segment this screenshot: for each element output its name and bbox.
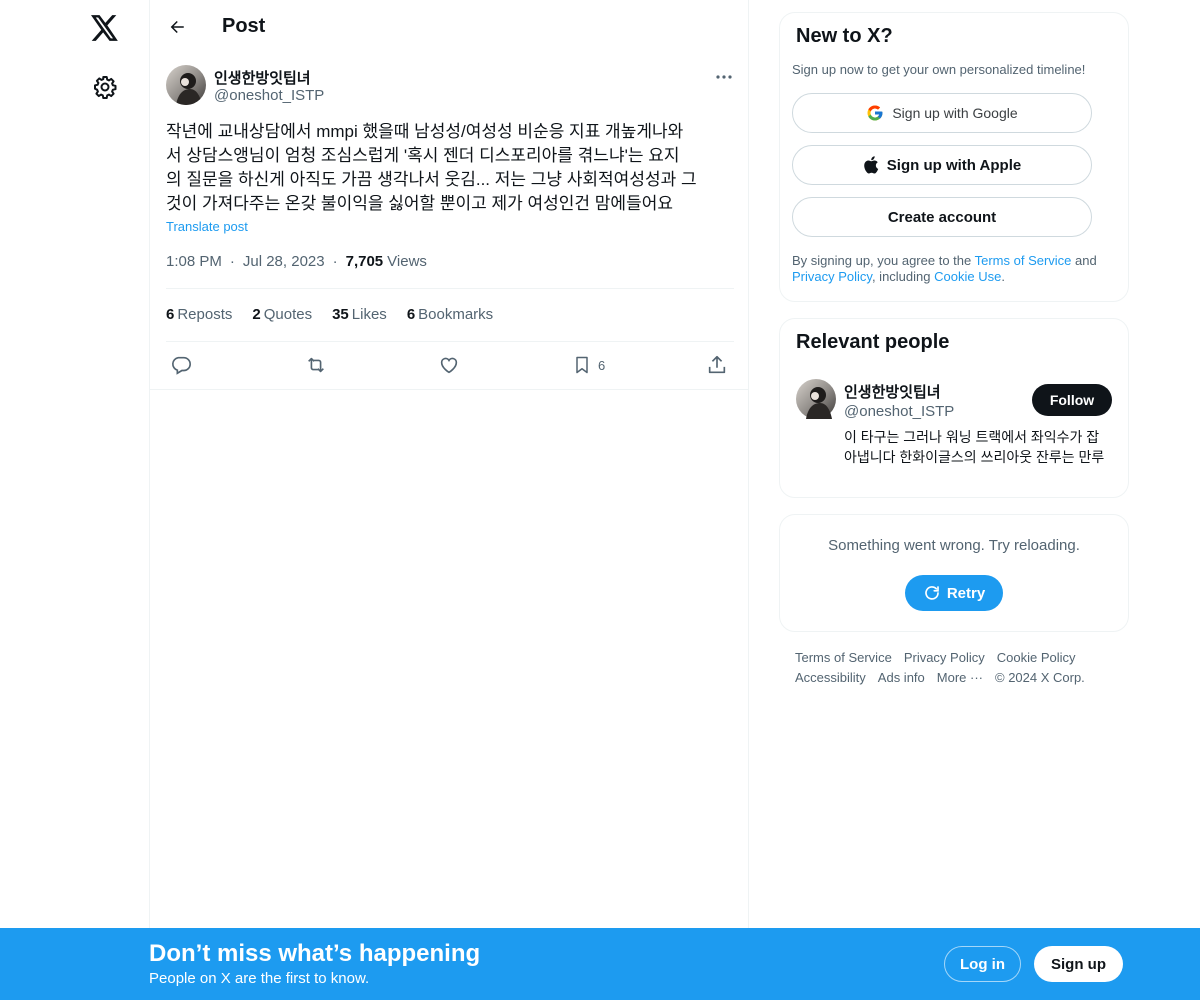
divider xyxy=(150,389,748,390)
error-card: Something went wrong. Try reloading. Ret… xyxy=(779,514,1129,632)
footer-privacy-link[interactable]: Privacy Policy xyxy=(904,648,985,668)
signup-legal-text: By signing up, you agree to the Terms of… xyxy=(792,253,1122,285)
signup-card-title: New to X? xyxy=(796,25,893,47)
x-logo-icon[interactable] xyxy=(89,12,121,44)
reposts-label: Reposts xyxy=(177,306,233,323)
translate-post-link[interactable]: Translate post xyxy=(166,219,248,234)
post-actions: 6 xyxy=(166,352,734,378)
post-date[interactable]: Jul 28, 2023 xyxy=(243,253,325,270)
google-icon xyxy=(866,104,884,122)
reply-icon[interactable] xyxy=(170,352,192,378)
post-author: 인생한방잇팁녀 @oneshot_ISTP xyxy=(166,65,736,107)
privacy-link[interactable]: Privacy Policy xyxy=(792,269,872,284)
likes-label: Likes xyxy=(351,306,387,323)
signup-button[interactable]: Sign up xyxy=(1034,946,1123,982)
cookie-use-link[interactable]: Cookie Use xyxy=(934,269,1001,284)
relevant-person-handle[interactable]: @oneshot_ISTP xyxy=(844,403,954,420)
footer-ads-link[interactable]: Ads info xyxy=(878,668,925,688)
post-stats: 6 Reposts 2 Quotes 35 Likes 6 Bookmarks xyxy=(166,306,513,323)
more-options-icon[interactable] xyxy=(714,67,734,87)
gear-icon[interactable] xyxy=(90,72,120,102)
arrow-left-icon[interactable] xyxy=(166,16,188,38)
legal-end: . xyxy=(1001,269,1005,284)
left-navigation xyxy=(0,0,150,1000)
reposts-stat[interactable]: 6 Reposts xyxy=(166,306,232,323)
post-header: Post xyxy=(150,0,748,53)
follow-button[interactable]: Follow xyxy=(1032,384,1112,416)
bookmarks-stat[interactable]: 6 Bookmarks xyxy=(407,306,493,323)
page-title: Post xyxy=(222,15,266,37)
create-account-button[interactable]: Create account xyxy=(792,197,1092,237)
relevant-person-name[interactable]: 인생한방잇팁녀 xyxy=(844,381,941,402)
relevant-people-title: Relevant people xyxy=(796,331,950,353)
retry-label: Retry xyxy=(946,584,986,602)
refresh-icon xyxy=(925,586,939,600)
error-message: Something went wrong. Try reloading. xyxy=(828,537,1080,554)
likes-count: 35 xyxy=(332,306,349,323)
footer-terms-link[interactable]: Terms of Service xyxy=(795,648,892,668)
author-name[interactable]: 인생한방잇팁녀 xyxy=(214,67,311,88)
main-column: Post 인생한방잇팁녀 @oneshot_ISTP 작년에 교내상담에서 mm… xyxy=(149,0,749,1000)
separator-dot: · xyxy=(332,253,338,270)
views-label: Views xyxy=(387,253,427,270)
separator-dot: · xyxy=(229,253,235,270)
repost-icon[interactable] xyxy=(304,352,328,378)
legal-prefix: By signing up, you agree to the xyxy=(792,253,975,268)
login-button[interactable]: Log in xyxy=(944,946,1021,982)
signup-card-subtitle: Sign up now to get your own personalized… xyxy=(792,62,1086,77)
avatar[interactable] xyxy=(796,379,836,419)
relevant-person-bio: 이 타구는 그러나 워닝 트랙에서 좌익수가 잡아냅니다 한화이글스의 쓰리아웃… xyxy=(844,429,1105,465)
bottom-bar-title: Don’t miss what’s happening xyxy=(149,940,481,967)
footer-accessibility-link[interactable]: Accessibility xyxy=(795,668,866,688)
post-time[interactable]: 1:08 PM xyxy=(166,253,222,270)
author-handle[interactable]: @oneshot_ISTP xyxy=(214,87,324,104)
views-count: 7,705 xyxy=(345,253,384,270)
signup-google-button[interactable]: Sign up with Google xyxy=(792,93,1092,133)
share-icon[interactable] xyxy=(706,352,728,378)
bookmark-count: 6 xyxy=(598,357,606,373)
retry-button[interactable]: Retry xyxy=(905,575,1003,611)
bookmark-button[interactable]: 6 xyxy=(572,352,605,378)
legal-including: , including xyxy=(871,269,935,284)
post-text: 작년에 교내상담에서 mmpi 했을때 남성성/여성성 비순응 지표 개높게나와… xyxy=(166,122,697,213)
signup-card: New to X? Sign up now to get your own pe… xyxy=(779,12,1129,302)
signup-apple-label: Sign up with Apple xyxy=(886,156,1022,174)
avatar[interactable] xyxy=(166,65,206,105)
apple-icon xyxy=(863,156,879,174)
footer-copyright: © 2024 X Corp. xyxy=(995,670,1085,685)
signup-google-label: Sign up with Google xyxy=(892,105,1018,121)
heart-icon[interactable] xyxy=(438,352,460,378)
divider xyxy=(166,288,734,289)
reposts-count: 6 xyxy=(166,306,175,323)
quotes-count: 2 xyxy=(252,306,261,323)
footer-cookie-link[interactable]: Cookie Policy xyxy=(997,648,1076,668)
relevant-people-card: Relevant people 인생한방잇팁녀 @oneshot_ISTP Fo… xyxy=(779,318,1129,498)
footer-links: Terms of Service Privacy Policy Cookie Pol… xyxy=(795,648,1125,688)
bookmarks-count: 6 xyxy=(406,306,416,323)
legal-and: and xyxy=(1071,253,1097,268)
bookmarks-label: Bookmarks xyxy=(418,306,494,323)
bottom-signup-bar: Don’t miss what’s happening People on X … xyxy=(0,928,1200,1000)
quotes-label: Quotes xyxy=(263,306,313,323)
signup-apple-button[interactable]: Sign up with Apple xyxy=(792,145,1092,185)
likes-stat[interactable]: 35 Likes xyxy=(332,306,387,323)
quotes-stat[interactable]: 2 Quotes xyxy=(252,306,312,323)
footer-more-link[interactable]: More ··· xyxy=(937,668,983,688)
terms-link[interactable]: Terms of Service xyxy=(975,253,1072,268)
post-meta: 1:08 PM · Jul 28, 2023 · 7,705 Views xyxy=(166,253,427,270)
bottom-bar-subtitle: People on X are the first to know. xyxy=(149,970,370,987)
divider xyxy=(166,341,734,342)
bookmark-icon xyxy=(572,354,592,376)
